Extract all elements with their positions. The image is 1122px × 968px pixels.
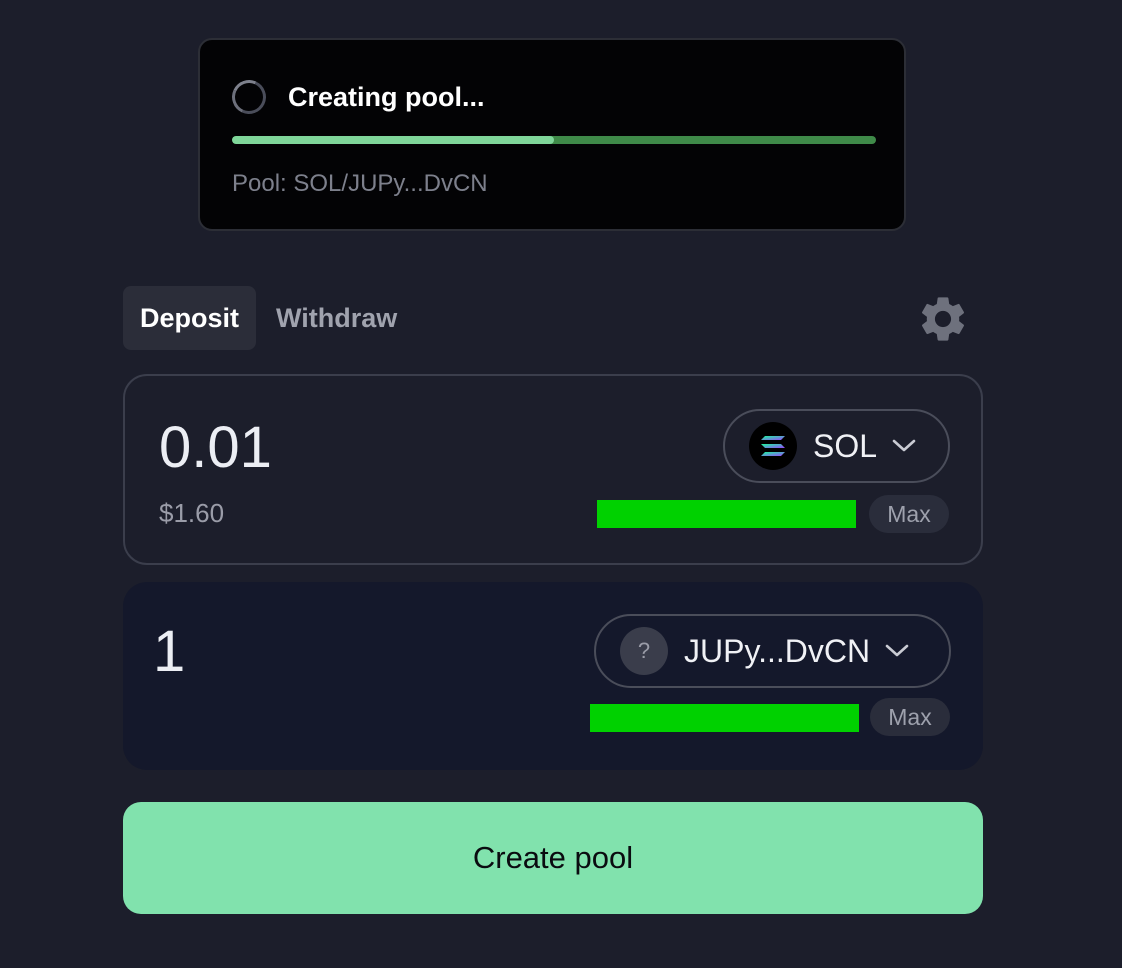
token-a-selector-button[interactable]: SOL [723, 409, 950, 483]
chevron-down-icon [885, 644, 909, 657]
token-a-amount-input[interactable]: 0.01 [159, 414, 272, 481]
solana-logo-icon [749, 422, 797, 470]
token-a-input-card: 0.01 $1.60 SOL Max [123, 374, 983, 565]
toast-title: Creating pool... [288, 82, 485, 112]
gear-icon[interactable] [916, 292, 970, 346]
redacted-balance [590, 704, 859, 732]
token-b-input-card: 1 ? JUPy...DvCN Max [123, 582, 983, 770]
token-a-symbol: SOL [813, 427, 878, 464]
create-pool-button[interactable]: Create pool [123, 802, 983, 914]
token-b-selector-button[interactable]: ? JUPy...DvCN [594, 614, 951, 688]
pool-creation-toast: Creating pool... Pool: SOL/JUPy...DvCN [198, 38, 906, 231]
token-a-usd-value: $1.60 [159, 498, 225, 528]
chevron-down-icon [892, 439, 916, 452]
token-b-max-button[interactable]: Max [870, 698, 950, 736]
tab-deposit[interactable]: Deposit [123, 286, 257, 350]
token-a-max-button[interactable]: Max [869, 495, 949, 533]
question-mark-icon: ? [620, 627, 668, 675]
token-b-symbol: JUPy...DvCN [684, 632, 871, 669]
loading-spinner-icon [227, 75, 271, 119]
progress-bar-fill [232, 136, 554, 144]
progress-bar [232, 136, 876, 144]
redacted-balance [597, 500, 856, 528]
page: Creating pool... Pool: SOL/JUPy...DvCN D… [0, 0, 1122, 968]
token-b-amount-input[interactable]: 1 [153, 618, 185, 685]
toast-subtitle: Pool: SOL/JUPy...DvCN [232, 170, 488, 197]
tab-withdraw[interactable]: Withdraw [259, 286, 414, 350]
